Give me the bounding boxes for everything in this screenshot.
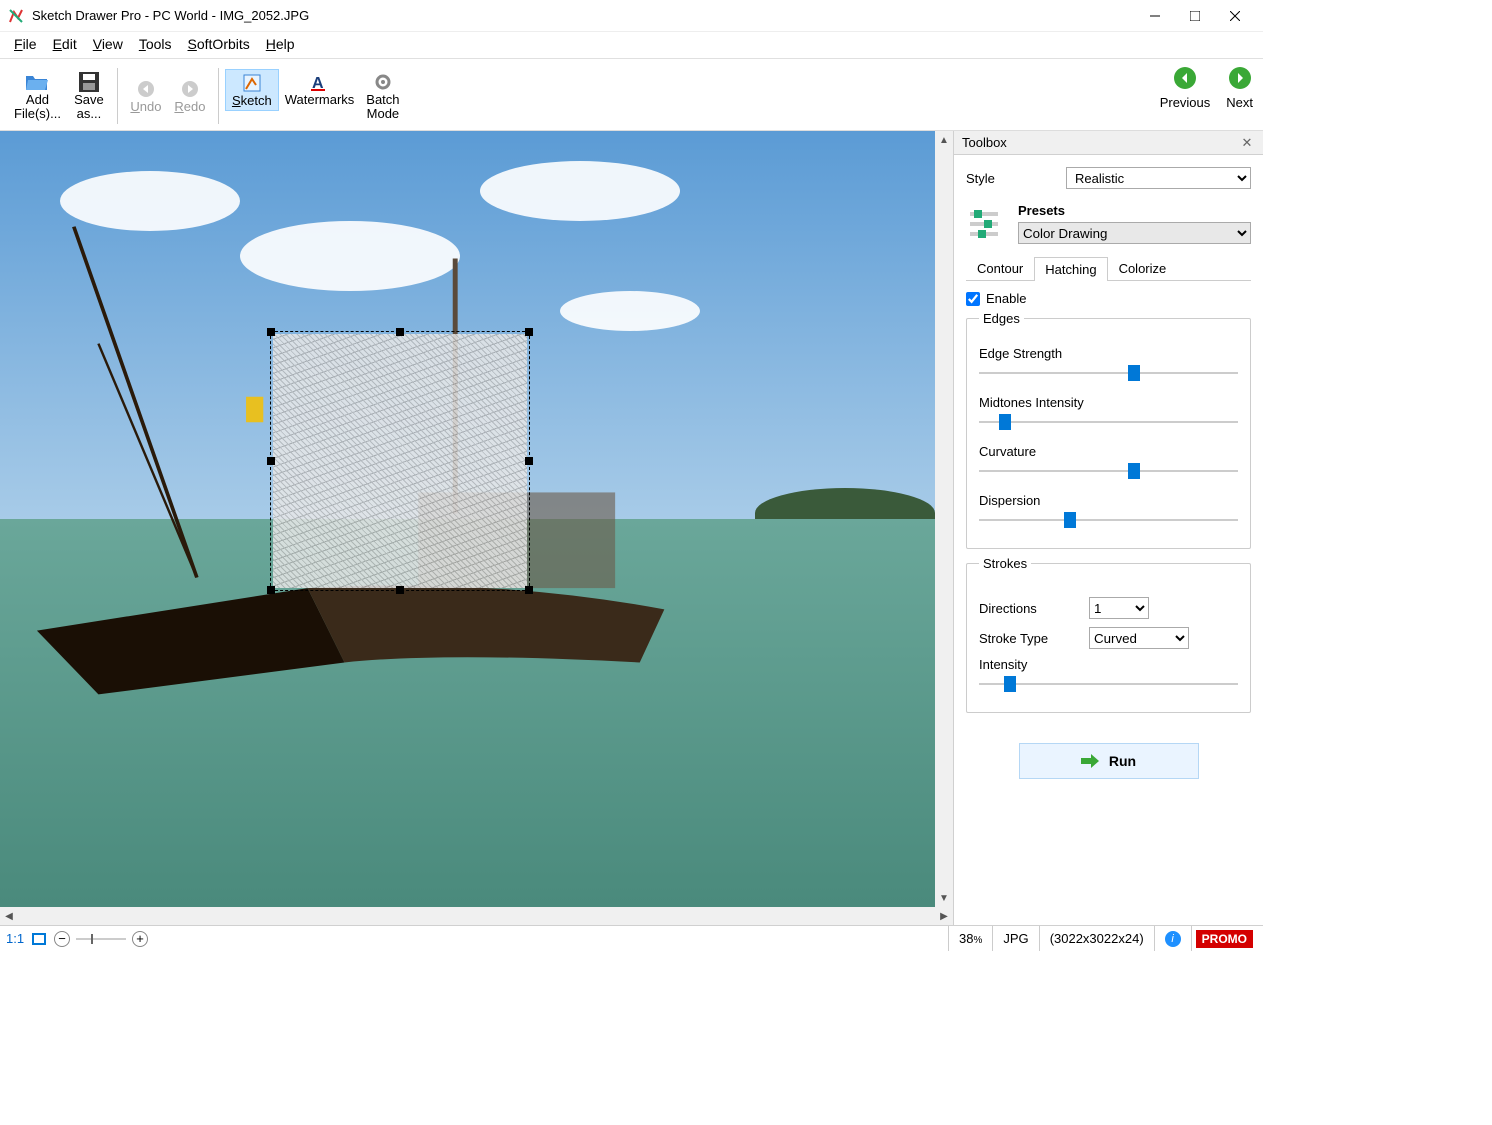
next-button[interactable]: Next (1226, 67, 1253, 110)
scroll-up-icon[interactable]: ▲ (935, 131, 953, 149)
stroke-type-label: Stroke Type (979, 631, 1089, 646)
intensity-slider[interactable] (979, 676, 1238, 692)
minimize-button[interactable] (1135, 2, 1175, 30)
title-bar: Sketch Drawer Pro - PC World - IMG_2052.… (0, 0, 1263, 32)
tab-colorize[interactable]: Colorize (1108, 256, 1178, 280)
save-as-button[interactable]: Save as... (67, 69, 111, 123)
run-arrow-icon (1081, 754, 1099, 768)
scroll-left-icon[interactable]: ◀ (0, 907, 18, 925)
intensity-label: Intensity (979, 657, 1238, 672)
info-icon[interactable]: i (1165, 931, 1181, 947)
enable-checkbox[interactable] (966, 292, 980, 306)
zoom-in-button[interactable]: + (132, 931, 148, 947)
menu-bar: File Edit View Tools SoftOrbits Help (0, 32, 1263, 56)
directions-select[interactable]: 1 (1089, 597, 1149, 619)
image-canvas[interactable] (0, 131, 935, 907)
arrow-right-icon (1229, 67, 1251, 89)
vertical-scrollbar[interactable]: ▲ ▼ (935, 131, 953, 907)
toolbox-close-icon[interactable]: ✕ (1239, 135, 1255, 151)
horizontal-scrollbar[interactable]: ◀ ▶ (0, 907, 953, 925)
main-area: ▲ ▼ ◀ ▶ Toolbox ✕ Style Realistic (0, 131, 1263, 925)
selection-rectangle[interactable] (270, 331, 530, 591)
watermark-icon: A (307, 71, 331, 93)
app-icon (8, 8, 24, 24)
menu-edit[interactable]: Edit (45, 34, 85, 54)
style-select[interactable]: Realistic (1066, 167, 1251, 189)
edge-strength-label: Edge Strength (979, 346, 1238, 361)
scroll-down-icon[interactable]: ▼ (935, 889, 953, 907)
tab-contour[interactable]: Contour (966, 256, 1034, 280)
dispersion-slider[interactable] (979, 512, 1238, 528)
format-label: JPG (992, 926, 1038, 951)
menu-softorbits[interactable]: SoftOrbits (180, 34, 258, 54)
batch-mode-button[interactable]: Batch Mode (360, 69, 405, 123)
zoom-out-button[interactable]: − (54, 931, 70, 947)
sketch-button[interactable]: Sketch (225, 69, 279, 111)
gear-icon (371, 71, 395, 93)
toolbox-header: Toolbox ✕ (954, 131, 1263, 155)
midtones-label: Midtones Intensity (979, 395, 1238, 410)
zoom-percent: 38% (959, 931, 982, 946)
edges-group: Edges Edge Strength Midtones Intensity C… (966, 318, 1251, 549)
add-files-button[interactable]: Add File(s)... (8, 69, 67, 123)
close-button[interactable] (1215, 2, 1255, 30)
directions-label: Directions (979, 601, 1089, 616)
curvature-slider[interactable] (979, 463, 1238, 479)
undo-button[interactable]: Undo (124, 76, 168, 116)
presets-select[interactable]: Color Drawing (1018, 222, 1251, 244)
dimensions-label: (3022x3022x24) (1039, 926, 1154, 951)
toolbar: Add File(s)... Save as... Undo Redo Sket… (0, 61, 1263, 131)
strokes-group: Strokes Directions 1 Stroke Type Curved … (966, 563, 1251, 713)
presets-icon (966, 206, 1006, 242)
maximize-button[interactable] (1175, 2, 1215, 30)
ratio-label[interactable]: 1:1 (6, 931, 24, 946)
dispersion-label: Dispersion (979, 493, 1238, 508)
redo-button[interactable]: Redo (168, 76, 212, 116)
tab-hatching[interactable]: Hatching (1034, 257, 1107, 281)
window-title: Sketch Drawer Pro - PC World - IMG_2052.… (32, 8, 1135, 23)
menu-file[interactable]: File (6, 34, 45, 54)
style-label: Style (966, 171, 1066, 186)
toolbox-panel: Toolbox ✕ Style Realistic Presets Color … (953, 131, 1263, 925)
previous-button[interactable]: Previous (1160, 67, 1211, 110)
edge-strength-slider[interactable] (979, 365, 1238, 381)
scroll-right-icon[interactable]: ▶ (935, 907, 953, 925)
arrow-left-icon (1174, 67, 1196, 89)
status-bar: 1:1 − + 38% JPG (3022x3022x24) i PROMO (0, 925, 1263, 951)
fit-icon[interactable] (32, 933, 46, 945)
promo-badge[interactable]: PROMO (1196, 930, 1253, 948)
curvature-label: Curvature (979, 444, 1238, 459)
run-button[interactable]: Run (1019, 743, 1199, 779)
presets-header: Presets (1018, 203, 1251, 218)
sketch-preview (273, 334, 527, 588)
menu-help[interactable]: Help (258, 34, 303, 54)
sketch-icon (240, 72, 264, 94)
stroke-type-select[interactable]: Curved (1089, 627, 1189, 649)
toolbox-tabs: Contour Hatching Colorize (966, 256, 1251, 281)
watermarks-button[interactable]: A Watermarks (279, 69, 361, 109)
menu-tools[interactable]: Tools (131, 34, 180, 54)
enable-label: Enable (986, 291, 1026, 306)
undo-icon (134, 78, 158, 100)
redo-icon (178, 78, 202, 100)
midtones-slider[interactable] (979, 414, 1238, 430)
folder-open-icon (25, 71, 49, 93)
save-icon (77, 71, 101, 93)
menu-view[interactable]: View (85, 34, 131, 54)
